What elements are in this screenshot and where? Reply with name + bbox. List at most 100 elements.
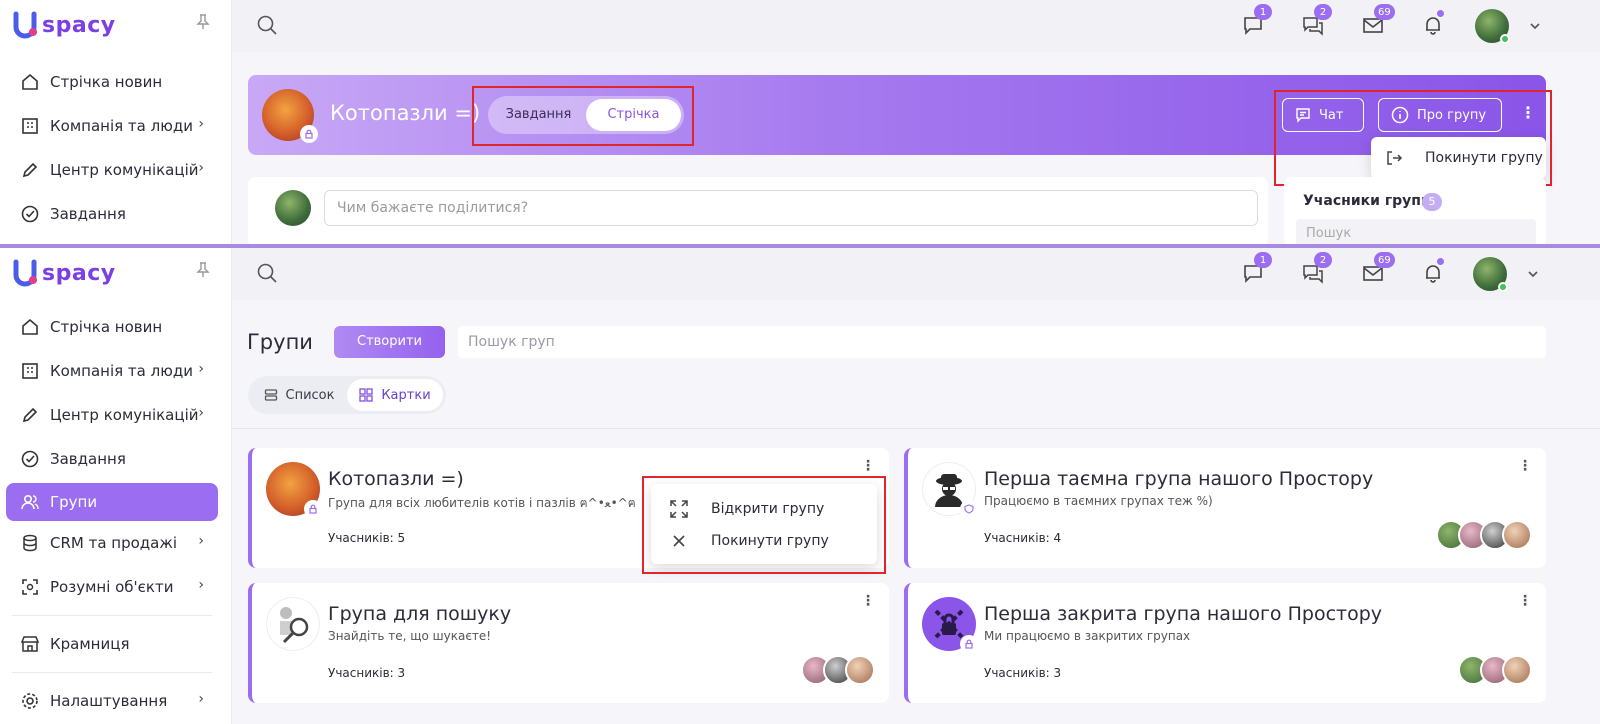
sidebar-item-tasks[interactable]: Завдання: [6, 437, 218, 481]
group-card-description: Працюємо в таємних групах теж %): [984, 494, 1213, 508]
group-card-title[interactable]: Перша закрита група нашого Простору: [984, 603, 1382, 625]
sidebar-item-label: Стрічка новин: [50, 73, 163, 91]
nav-divider: [12, 672, 212, 673]
group-card-title[interactable]: Група для пошуку: [328, 603, 511, 625]
scan-icon: [20, 577, 40, 597]
sidebar-item-smart-objects[interactable]: Розумні об'єкти ›: [6, 565, 218, 609]
grid-icon: [359, 388, 373, 402]
sidebar-item-news[interactable]: Стрічка новин: [6, 60, 218, 104]
view-cards-label: Картки: [381, 387, 431, 403]
group-card[interactable]: Перша таємна група нашого Простору Працю…: [904, 448, 1546, 568]
search-icon[interactable]: [256, 262, 278, 288]
sidebar: spacy Стрічка новин Компанія та люди › Ц…: [0, 0, 232, 244]
pin-icon[interactable]: [196, 262, 210, 282]
member-avatar[interactable]: [845, 655, 875, 685]
sidebar-item-tasks[interactable]: Завдання: [6, 192, 218, 236]
highlight-box: [642, 476, 886, 574]
more-options-icon[interactable]: ⋮: [861, 458, 875, 474]
chat-icon[interactable]: 1: [1242, 252, 1272, 284]
mail-badge: 69: [1374, 252, 1395, 268]
chat-icon[interactable]: 1: [1242, 4, 1272, 36]
members-search-input[interactable]: Пошук: [1296, 219, 1536, 244]
page-title: Групи: [247, 330, 313, 354]
more-options-icon[interactable]: ⋮: [861, 593, 875, 609]
sidebar-item-label: Налаштування: [50, 692, 168, 710]
pin-icon[interactable]: [196, 14, 210, 34]
sidebar-item-label: Групи: [50, 493, 98, 511]
sidebar-item-company[interactable]: Компанія та люди ›: [6, 349, 218, 393]
pen-icon: [20, 405, 40, 425]
sidebar-nav: Стрічка новин Компанія та люди › Центр к…: [6, 60, 218, 236]
messages-icon[interactable]: 2: [1302, 252, 1332, 284]
sidebar-item-store[interactable]: Крамниця: [6, 622, 218, 666]
home-icon: [20, 317, 40, 337]
sidebar-item-settings[interactable]: Налаштування ›: [6, 679, 218, 723]
lock-icon: [960, 635, 978, 653]
chevron-down-icon[interactable]: [1528, 18, 1542, 37]
view-cards-button[interactable]: Картки: [347, 379, 443, 411]
nav-divider: [12, 615, 212, 616]
sidebar-item-news[interactable]: Стрічка новин: [6, 305, 218, 349]
sidebar-item-label: Завдання: [50, 205, 126, 223]
mail-icon[interactable]: 69: [1362, 252, 1395, 284]
more-options-icon[interactable]: ⋮: [1518, 458, 1532, 474]
bell-icon[interactable]: [1422, 258, 1444, 284]
group-card[interactable]: Перша закрита група нашого Простору Ми п…: [904, 583, 1546, 703]
online-indicator: [1500, 34, 1510, 44]
member-avatar[interactable]: [1502, 655, 1532, 685]
search-icon[interactable]: [256, 14, 278, 40]
chevron-down-icon[interactable]: [1526, 266, 1540, 285]
group-search-input[interactable]: Пошук груп: [458, 326, 1546, 358]
group-avatar: [262, 89, 318, 143]
sidebar: spacy Стрічка новин Компанія та люди › Ц…: [0, 248, 232, 724]
group-card-members: Учасників: 4: [984, 531, 1062, 545]
check-circle-icon: [20, 204, 40, 224]
magnifier-avatar-icon: [266, 597, 320, 651]
list-icon: [264, 389, 277, 401]
chevron-right-icon: ›: [198, 405, 204, 421]
sidebar-item-label: Завдання: [50, 450, 126, 468]
sidebar-item-label: Розумні об'єкти: [50, 578, 174, 596]
group-card-description: Знайдіть те, що шукаєте!: [328, 629, 492, 643]
logo-mark-icon: [12, 258, 40, 288]
group-card-title[interactable]: Перша таємна група нашого Простору: [984, 468, 1373, 490]
create-group-button[interactable]: Створити: [334, 326, 445, 358]
logo[interactable]: spacy: [12, 258, 116, 288]
logo-mark-icon: [12, 10, 40, 40]
bell-icon[interactable]: [1422, 10, 1444, 36]
user-avatar[interactable]: [1475, 9, 1510, 44]
notification-dot: [1437, 258, 1444, 265]
group-card[interactable]: Група для пошуку Знайдіть те, що шукаєте…: [248, 583, 889, 703]
group-card-members: Учасників: 3: [328, 666, 406, 680]
sidebar-item-label: Центр комунікацій: [50, 406, 199, 424]
sidebar-item-communications[interactable]: Центр комунікацій ›: [6, 148, 218, 192]
member-avatars: [801, 655, 875, 685]
view-list-button[interactable]: Список: [251, 379, 347, 411]
mail-icon[interactable]: 69: [1362, 4, 1395, 36]
chevron-right-icon: ›: [198, 116, 204, 132]
members-title: Учасники групи: [1303, 193, 1431, 209]
logo[interactable]: spacy: [12, 10, 116, 40]
more-options-icon[interactable]: ⋮: [1518, 593, 1532, 609]
sidebar-item-communications[interactable]: Центр комунікацій ›: [6, 393, 218, 437]
messages-icon[interactable]: 2: [1302, 4, 1332, 36]
view-mode-toggle: Список Картки: [248, 376, 446, 414]
sidebar-item-groups[interactable]: Групи: [6, 483, 218, 521]
user-avatar[interactable]: [1473, 257, 1508, 292]
lock-icon: [304, 500, 322, 518]
group-card-members: Учасників: 5: [328, 531, 406, 545]
building-icon: [20, 361, 40, 381]
group-title: Котопазли =): [330, 101, 481, 125]
store-icon: [20, 634, 40, 654]
sidebar-item-crm[interactable]: CRM та продажі ›: [6, 521, 218, 565]
sidebar-item-company[interactable]: Компанія та люди ›: [6, 104, 218, 148]
chevron-right-icon: ›: [198, 533, 204, 549]
post-composer: Чим бажаєте поділитися?: [248, 177, 1268, 244]
post-input[interactable]: Чим бажаєте поділитися?: [324, 190, 1258, 226]
members-count-badge: 5: [1422, 193, 1442, 211]
member-avatar[interactable]: [1502, 520, 1532, 550]
online-indicator: [1498, 282, 1508, 292]
users-icon: [20, 492, 40, 512]
group-card-title[interactable]: Котопазли =): [328, 468, 464, 490]
sidebar-item-label: Стрічка новин: [50, 318, 163, 336]
